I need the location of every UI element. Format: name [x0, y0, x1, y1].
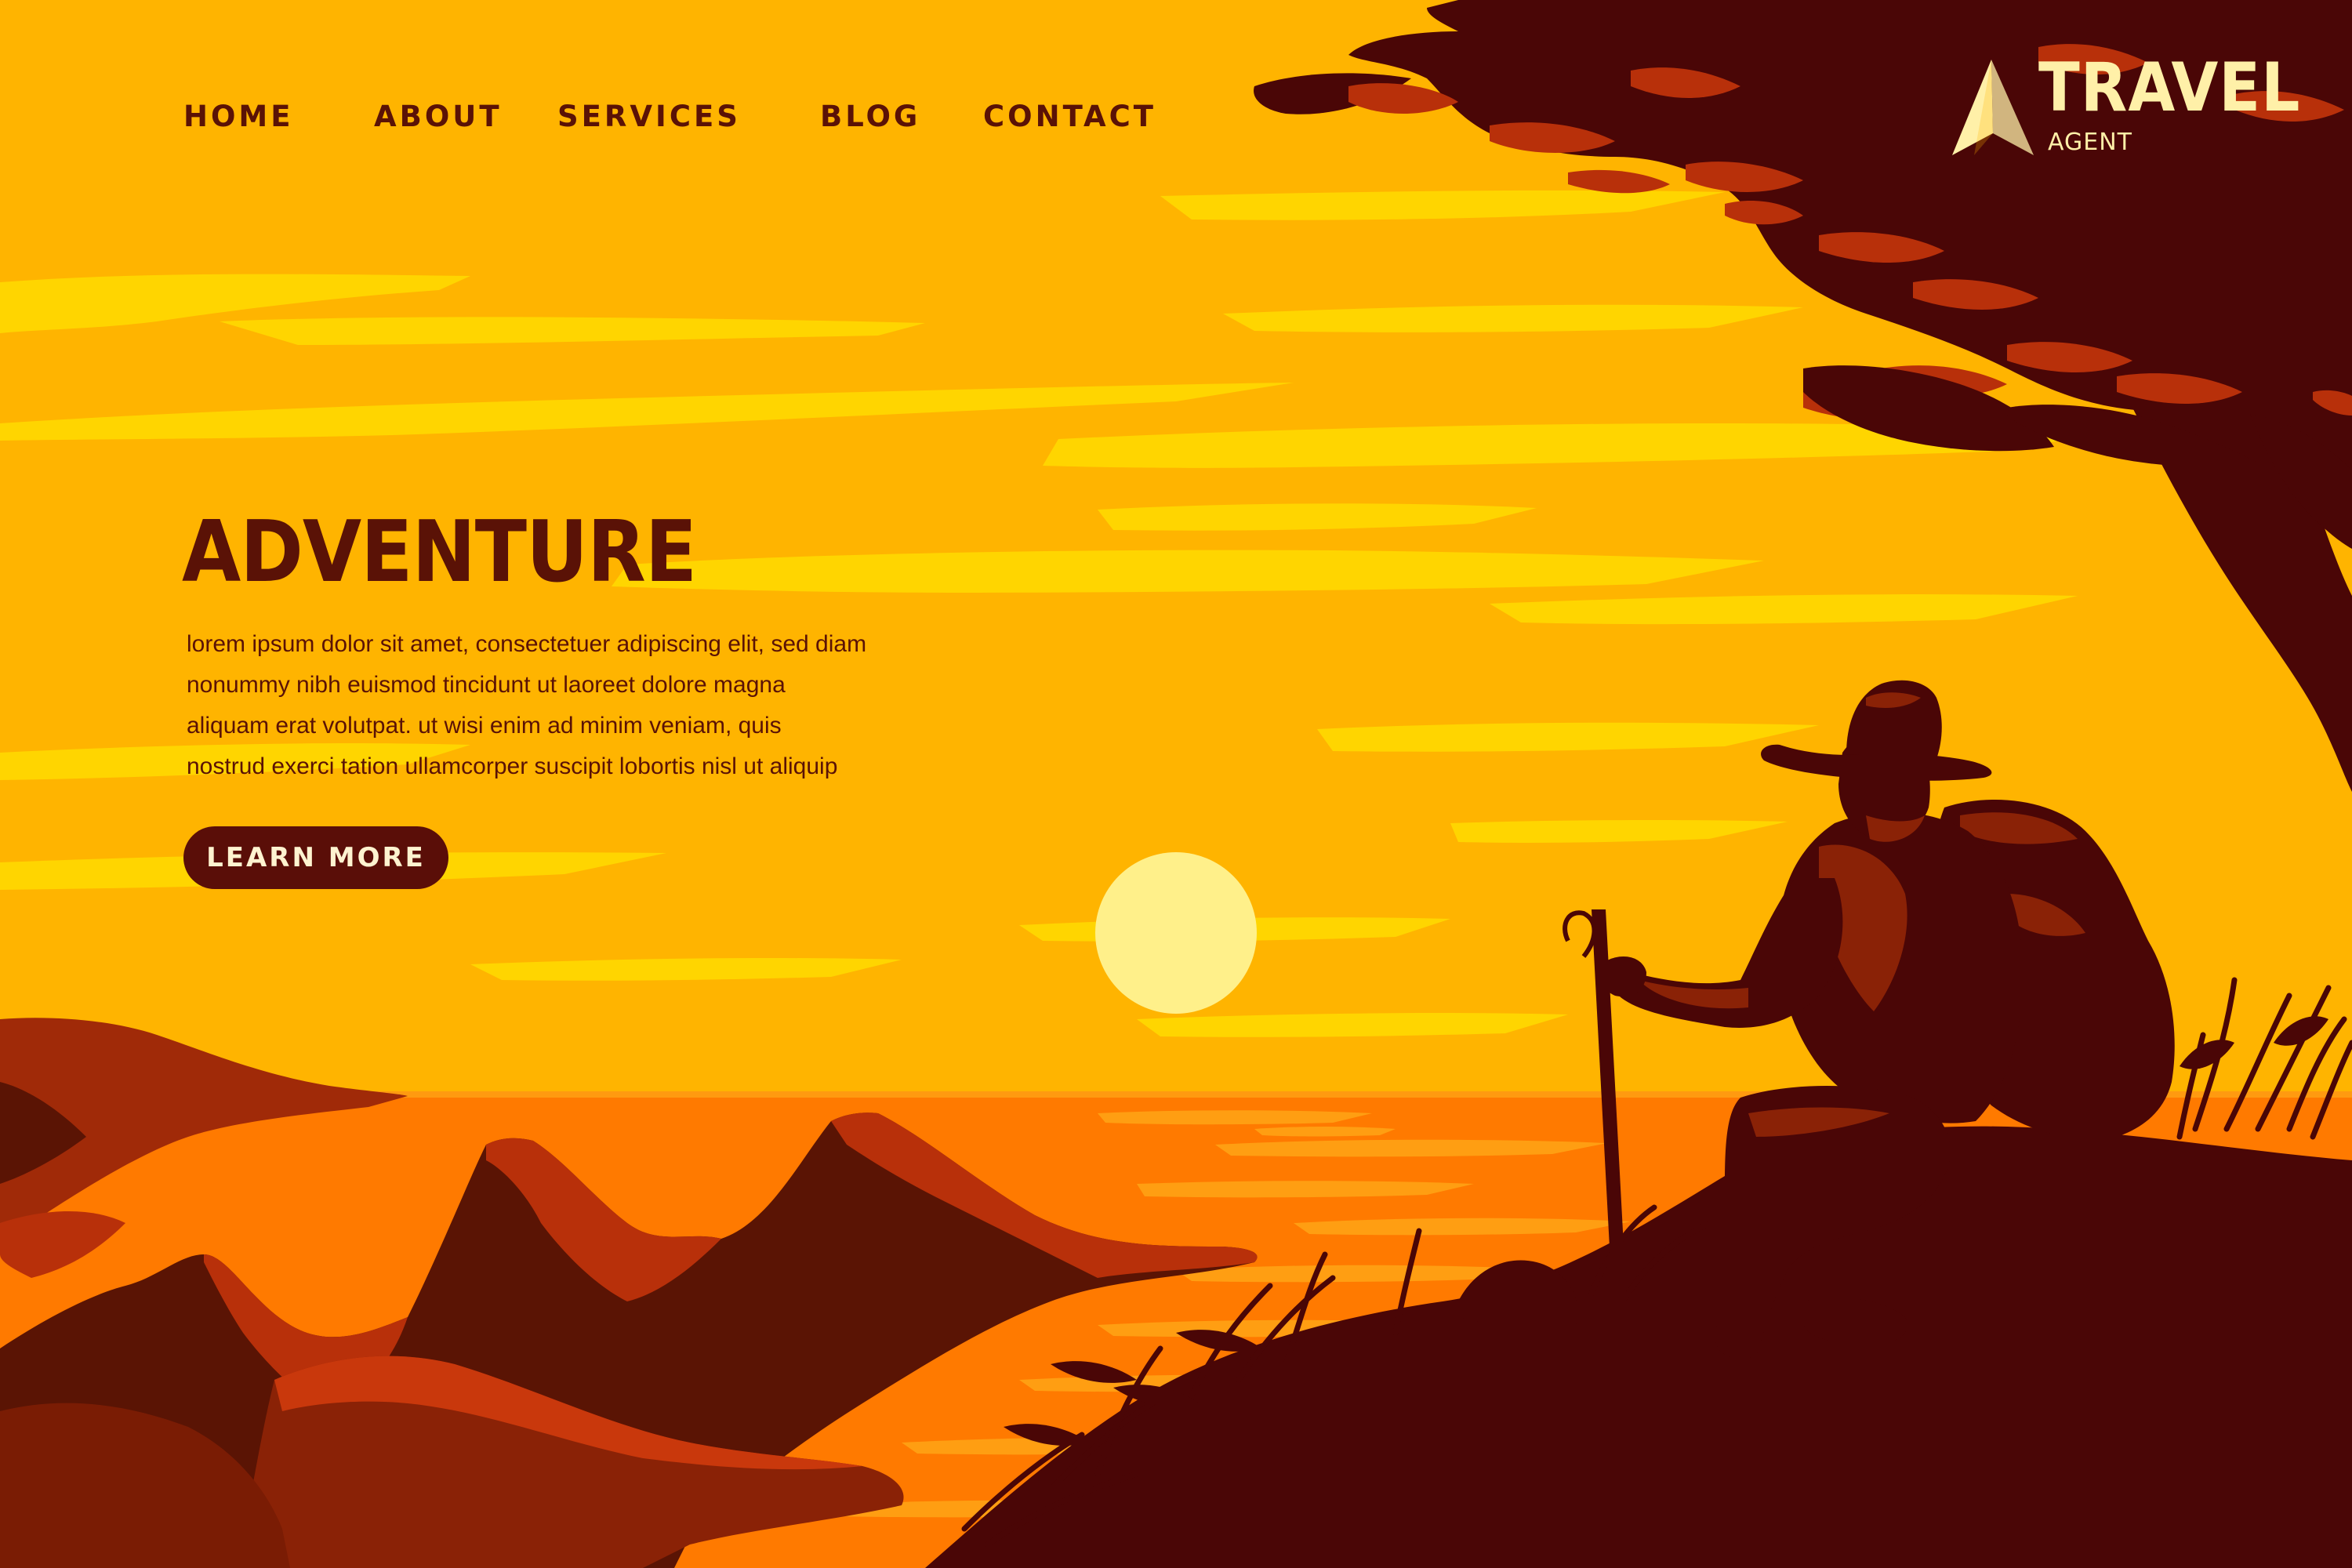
nav-about-link[interactable]: ABOUT	[374, 97, 503, 136]
paper-plane-icon	[1952, 60, 2034, 155]
logo-title: TRAVEL	[2038, 49, 2301, 127]
nav-contact-link[interactable]: CONTACT	[983, 97, 1156, 136]
logo-subtitle: AGENT	[2048, 129, 2132, 156]
sun	[1095, 852, 1257, 1014]
landing-page: HOME ABOUT SERVICES BLOG CONTACT TRAVEL …	[0, 0, 2352, 1568]
hero-description: lorem ipsum dolor sit amet, consectetuer…	[187, 624, 971, 787]
hero-description-line: lorem ipsum dolor sit amet, consectetuer…	[187, 631, 867, 657]
learn-more-button[interactable]: LEARN MORE	[183, 826, 448, 889]
hero-description-line: nostrud exerci tation ullamcorper suscip…	[187, 753, 838, 779]
hero-description-line: aliquam erat volutpat. ut wisi enim ad m…	[187, 713, 782, 739]
nav-services-link[interactable]: SERVICES	[557, 97, 741, 136]
travel-agent-logo[interactable]: TRAVEL AGENT	[1951, 49, 2299, 163]
nav-blog-link[interactable]: BLOG	[820, 97, 920, 136]
hero-title: ADVENTURE	[182, 503, 697, 601]
nav-home-link[interactable]: HOME	[183, 97, 294, 136]
hero-description-line: nonummy nibh euismod tincidunt ut laoree…	[187, 672, 786, 698]
